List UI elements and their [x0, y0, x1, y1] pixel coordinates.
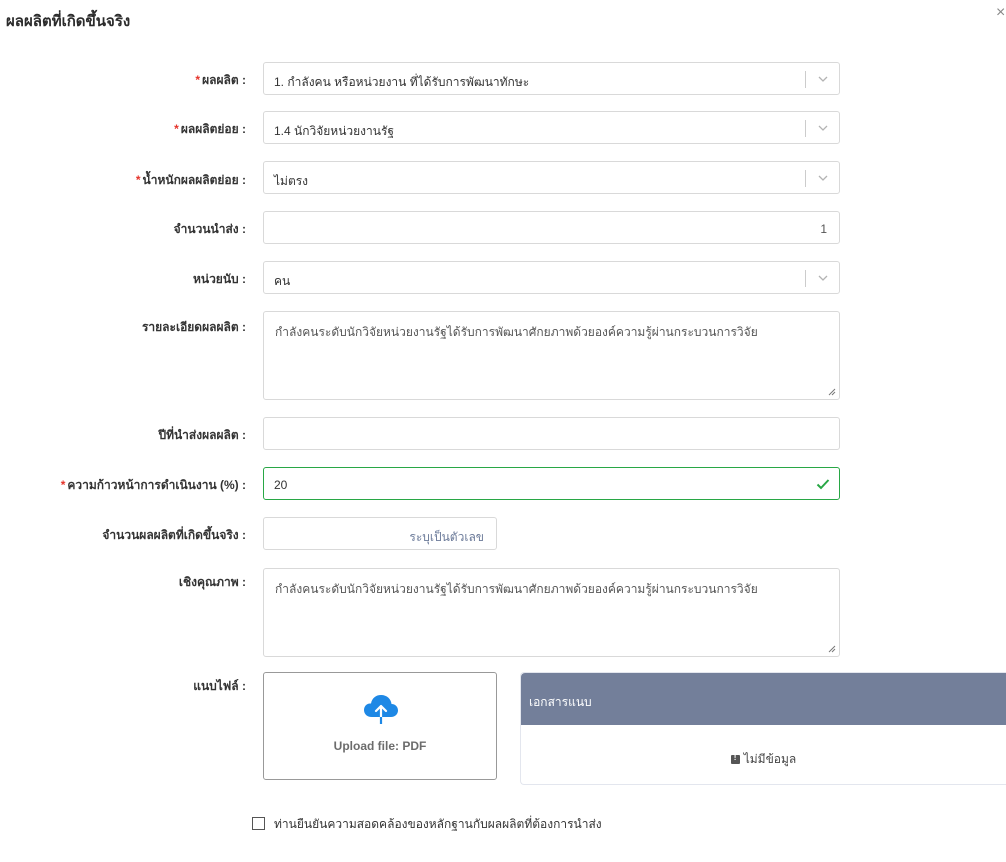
modal: ผลผลิตที่เกิดขึ้นจริง × * ผลผลิต : 1. กำล…	[0, 0, 1006, 862]
chevron-down-icon[interactable]	[816, 271, 830, 285]
attach-label: แนบไฟล์ :	[193, 679, 246, 693]
required-mark: *	[195, 73, 201, 87]
attachments-header: เอกสารแนบ	[521, 673, 1006, 725]
progress-input[interactable]: 20	[263, 467, 840, 500]
required-mark: *	[174, 122, 179, 136]
delivery-count-label: จำนวนนำส่ง :	[173, 222, 246, 236]
attachments-empty-text: ไม่มีข้อมูล	[743, 752, 797, 766]
unit-select[interactable]: คน	[263, 261, 840, 294]
output-label: * ผลผลิต :	[195, 73, 246, 87]
close-icon[interactable]: ×	[996, 3, 1005, 23]
checkmark-icon	[816, 479, 830, 490]
select-separator	[805, 270, 806, 287]
progress-value: 20	[274, 478, 288, 492]
resize-handle-icon[interactable]	[827, 644, 836, 653]
info-icon	[730, 753, 740, 764]
modal-title: ผลผลิตที่เกิดขึ้นจริง	[6, 13, 131, 30]
select-separator	[805, 170, 806, 187]
actual-count-placeholder: ระบุเป็นตัวเลข	[409, 530, 484, 544]
delivery-year-input[interactable]	[263, 417, 840, 450]
unit-value: คน	[274, 274, 291, 288]
select-separator	[805, 71, 806, 88]
confirm-checkbox[interactable]	[252, 817, 265, 830]
output-value: 1. กำลังคน หรือหน่วยงาน ที่ได้รับการพัฒน…	[274, 75, 530, 89]
sub-weight-value: ไม่ตรง	[274, 174, 309, 188]
details-value: กำลังคนระดับนักวิจัยหน่วยงานรัฐได้รับการ…	[275, 325, 758, 339]
sub-output-value: 1.4 นักวิจัยหน่วยงานรัฐ	[274, 124, 395, 138]
sub-weight-label: * น้ำหนักผลผลิตย่อย :	[135, 173, 246, 187]
actual-count-label: จำนวนผลผลิตที่เกิดขึ้นจริง :	[102, 528, 246, 542]
actual-count-input[interactable]: ระบุเป็นตัวเลข	[263, 517, 497, 550]
attachments-panel: เอกสารแนบ ไม่มีข้อมูล	[520, 672, 1006, 785]
sub-output-label: * ผลผลิตย่อย :	[174, 122, 246, 136]
upload-dropzone[interactable]: Upload file: PDF	[263, 672, 497, 780]
resize-handle-icon[interactable]	[827, 387, 836, 396]
unit-label: หน่วยนับ :	[192, 272, 246, 286]
attachments-header-label: เอกสารแนบ	[529, 695, 592, 709]
details-textarea[interactable]: กำลังคนระดับนักวิจัยหน่วยงานรัฐได้รับการ…	[263, 311, 840, 400]
chevron-down-icon[interactable]	[816, 72, 830, 86]
attachments-empty: ไม่มีข้อมูล	[521, 750, 1006, 769]
confirm-label[interactable]: ท่านยืนยันความสอดคล้องของหลักฐานกับผลผลิ…	[274, 817, 602, 831]
sub-weight-select[interactable]: ไม่ตรง	[263, 161, 840, 194]
required-mark: *	[135, 173, 141, 187]
chevron-down-icon[interactable]	[816, 171, 830, 185]
delivery-count-value: 1	[820, 222, 827, 236]
required-mark: *	[60, 478, 66, 492]
upload-text: Upload file: PDF	[333, 739, 427, 753]
select-separator	[805, 120, 806, 137]
sub-output-select[interactable]: 1.4 นักวิจัยหน่วยงานรัฐ	[263, 111, 840, 144]
chevron-down-icon[interactable]	[816, 121, 830, 135]
details-label: รายละเอียดผลผลิต :	[141, 320, 246, 334]
cloud-upload-icon	[364, 695, 398, 724]
qualitative-value: กำลังคนระดับนักวิจัยหน่วยงานรัฐได้รับการ…	[275, 582, 758, 596]
progress-label: * ความก้าวหน้าการดำเนินงาน (%) :	[60, 478, 246, 492]
delivery-count-input[interactable]: 1	[263, 211, 840, 244]
confirm-row[interactable]: ท่านยืนยันความสอดคล้องของหลักฐานกับผลผลิ…	[252, 815, 602, 834]
output-select[interactable]: 1. กำลังคน หรือหน่วยงาน ที่ได้รับการพัฒน…	[263, 62, 840, 95]
delivery-year-label: ปีที่นำส่งผลผลิต :	[158, 428, 246, 442]
qualitative-label: เชิงคุณภาพ :	[178, 575, 246, 589]
qualitative-textarea[interactable]: กำลังคนระดับนักวิจัยหน่วยงานรัฐได้รับการ…	[263, 568, 840, 657]
